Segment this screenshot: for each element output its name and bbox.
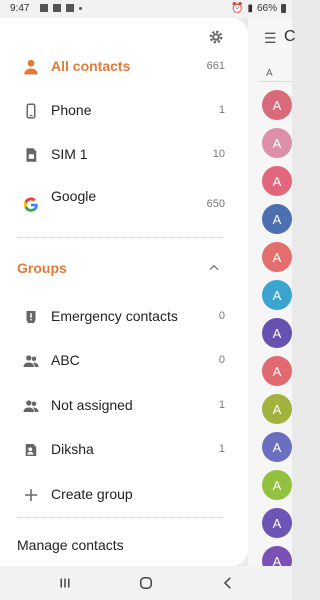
- contact-avatar[interactable]: A: [262, 432, 292, 462]
- group-item-emergency-contacts[interactable]: Emergency contacts 0: [0, 301, 248, 331]
- contact-avatar[interactable]: A: [262, 508, 292, 538]
- contact-avatar[interactable]: A: [262, 166, 292, 196]
- status-right: ⏰ ▮ 66%: [231, 3, 286, 14]
- account-count: 10: [212, 148, 225, 160]
- contact-avatar[interactable]: A: [262, 470, 292, 500]
- account-item-sim[interactable]: SIM 1 10: [0, 139, 248, 169]
- groups-header[interactable]: Groups: [17, 260, 67, 276]
- account-item-phone[interactable]: Phone 1: [0, 95, 248, 125]
- settings-gear-icon[interactable]: [207, 28, 225, 46]
- group-item-abc[interactable]: ABC 0: [0, 345, 248, 375]
- image-notification-icon: [40, 4, 48, 12]
- group-label: Diksha: [51, 441, 94, 457]
- account-label: SIM 1: [51, 146, 88, 162]
- account-label: Google: [51, 188, 97, 204]
- group-icon: [23, 400, 39, 412]
- contact-avatar[interactable]: A: [262, 280, 292, 310]
- contact-avatar[interactable]: A: [262, 318, 292, 348]
- group-label: Emergency contacts: [51, 308, 178, 324]
- sim-card-icon: [26, 148, 37, 162]
- section-divider: [258, 81, 292, 82]
- group-count: 0: [218, 310, 225, 322]
- contact-list-background: ☰ C A AAAAAAAAAAAAA: [248, 18, 296, 576]
- menu-icon[interactable]: ☰: [264, 30, 277, 47]
- create-group-button[interactable]: Create group: [0, 479, 248, 509]
- section-letter: A: [266, 68, 273, 79]
- phone-icon: [26, 103, 36, 119]
- battery-percent: 66%: [256, 3, 277, 14]
- account-count: 650: [206, 198, 225, 210]
- chevron-up-icon[interactable]: [207, 261, 221, 275]
- account-count: 661: [206, 60, 225, 72]
- title-fragment: C: [284, 28, 296, 45]
- manage-contacts-button[interactable]: Manage contacts: [17, 537, 124, 553]
- account-item-all-contacts[interactable]: All contacts 661: [0, 51, 248, 81]
- group-label: ABC: [51, 352, 80, 368]
- group-item-not-assigned[interactable]: Not assigned 1: [0, 390, 248, 420]
- recent-apps-icon[interactable]: [56, 574, 74, 592]
- status-bar: 9:47 ⏰ ▮ 66%: [0, 0, 292, 18]
- group-icon: [23, 355, 39, 367]
- group-count: 1: [218, 399, 225, 411]
- divider: [17, 517, 224, 518]
- notification-icons: [40, 4, 82, 12]
- group-label: Not assigned: [51, 397, 133, 413]
- group-count: 1: [218, 443, 225, 455]
- account-item-google[interactable]: Google 650: [0, 184, 248, 214]
- contact-avatar[interactable]: A: [262, 90, 292, 120]
- contact-avatar[interactable]: A: [262, 128, 292, 158]
- navigation-drawer: All contacts 661 Phone 1 SIM 1 10 Google…: [0, 18, 248, 566]
- person-icon: [24, 59, 38, 75]
- contact-avatar[interactable]: A: [262, 394, 292, 424]
- wrench-notification-icon: [53, 4, 61, 12]
- warning-notification-icon: [66, 4, 74, 12]
- contact-avatar[interactable]: A: [262, 204, 292, 234]
- signal-icon: ▮: [247, 3, 253, 14]
- more-notifications-icon: [79, 7, 82, 10]
- divider: [17, 237, 224, 238]
- group-item-diksha[interactable]: Diksha 1: [0, 434, 248, 464]
- system-navigation-bar: [0, 566, 292, 600]
- create-group-label: Create group: [51, 486, 133, 502]
- account-label: All contacts: [51, 58, 131, 74]
- alarm-icon: ⏰: [231, 3, 244, 14]
- status-time: 9:47: [10, 3, 30, 14]
- back-icon[interactable]: [219, 574, 237, 592]
- alert-group-icon: [26, 311, 36, 323]
- google-icon: [23, 197, 38, 212]
- group-count: 0: [218, 354, 225, 366]
- contact-avatar[interactable]: A: [262, 242, 292, 272]
- plus-icon: [25, 489, 37, 501]
- account-label: Phone: [51, 102, 92, 118]
- battery-icon: [281, 4, 286, 13]
- group-card-icon: [25, 444, 37, 456]
- contact-avatar[interactable]: A: [262, 356, 292, 386]
- account-count: 1: [218, 104, 225, 116]
- home-icon[interactable]: [137, 574, 155, 592]
